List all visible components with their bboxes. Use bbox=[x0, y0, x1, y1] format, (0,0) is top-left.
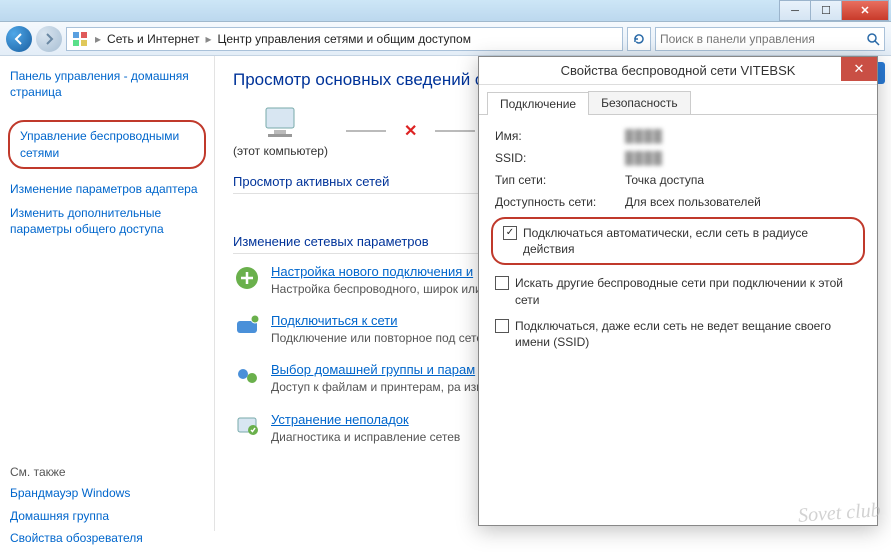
dialog-body: Имя: ████ SSID: ████ Тип сети: Точка дос… bbox=[479, 115, 877, 364]
maximize-button[interactable]: ☐ bbox=[810, 0, 842, 21]
troubleshoot-icon bbox=[233, 412, 261, 440]
prop-ssid-label: SSID: bbox=[495, 151, 625, 165]
sidebar-home-link[interactable]: Панель управления - домашняя страница bbox=[10, 68, 204, 100]
breadcrumb-segment[interactable]: Сеть и Интернет bbox=[107, 32, 199, 46]
search-input[interactable]: Поиск в панели управления bbox=[655, 27, 885, 51]
disconnect-icon: ✕ bbox=[404, 121, 417, 141]
wireless-properties-dialog: Свойства беспроводной сети VITEBSK ✕ Под… bbox=[478, 56, 878, 526]
connect-icon bbox=[233, 313, 261, 341]
see-also-firewall[interactable]: Брандмауэр Windows bbox=[10, 485, 204, 501]
sidebar: Панель управления - домашняя страница Уп… bbox=[0, 56, 215, 531]
task-desc: Диагностика и исправление сетев bbox=[271, 429, 460, 445]
address-bar: ▸ Сеть и Интернет ▸ Центр управления сет… bbox=[0, 22, 891, 56]
sidebar-item-wireless[interactable]: Управление беспроводными сетями bbox=[8, 120, 206, 168]
prop-name-value: ████ bbox=[625, 129, 663, 143]
checkbox-auto-connect[interactable] bbox=[503, 226, 517, 240]
dialog-tabs: Подключение Безопасность bbox=[479, 85, 877, 115]
checkbox-connect-hidden[interactable] bbox=[495, 319, 509, 333]
prop-type-label: Тип сети: bbox=[495, 173, 625, 187]
sidebar-item-adapter[interactable]: Изменение параметров адаптера bbox=[10, 181, 204, 197]
dialog-title: Свойства беспроводной сети VITEBSK bbox=[561, 63, 796, 78]
tab-connection[interactable]: Подключение bbox=[487, 92, 589, 115]
chevron-right-icon: ▸ bbox=[93, 32, 103, 46]
auto-connect-highlight: Подключаться автоматически, если сеть в … bbox=[491, 217, 865, 265]
prop-avail-label: Доступность сети: bbox=[495, 195, 625, 209]
prop-ssid-value: ████ bbox=[625, 151, 663, 165]
chevron-right-icon: ▸ bbox=[203, 32, 213, 46]
close-button[interactable]: ✕ bbox=[841, 0, 889, 21]
see-also-homegroup[interactable]: Домашняя группа bbox=[10, 508, 204, 524]
back-button[interactable] bbox=[6, 26, 32, 52]
search-icon bbox=[866, 32, 880, 46]
dialog-close-button[interactable]: ✕ bbox=[841, 57, 877, 81]
dialog-titlebar[interactable]: Свойства беспроводной сети VITEBSK ✕ bbox=[479, 57, 877, 85]
breadcrumb[interactable]: ▸ Сеть и Интернет ▸ Центр управления сет… bbox=[66, 27, 623, 51]
forward-button[interactable] bbox=[36, 26, 62, 52]
minimize-button[interactable]: ─ bbox=[779, 0, 811, 21]
prop-type-value: Точка доступа bbox=[625, 173, 704, 187]
see-also-section: См. также Брандмауэр Windows Домашняя гр… bbox=[10, 245, 204, 552]
breadcrumb-segment[interactable]: Центр управления сетями и общим доступом bbox=[217, 32, 471, 46]
search-placeholder: Поиск в панели управления bbox=[660, 32, 815, 46]
network-center-icon bbox=[71, 30, 89, 48]
checkbox-label: Подключаться, даже если сеть не ведет ве… bbox=[515, 318, 861, 350]
see-also-title: См. также bbox=[10, 465, 204, 479]
prop-name-label: Имя: bbox=[495, 129, 625, 143]
new-connection-icon bbox=[233, 264, 261, 292]
this-computer-icon: (этот компьютер) bbox=[233, 104, 328, 158]
see-also-browser[interactable]: Свойства обозревателя bbox=[10, 530, 204, 546]
task-link[interactable]: Устранение неполадок bbox=[271, 412, 460, 427]
prop-avail-value: Для всех пользователей bbox=[625, 195, 761, 209]
refresh-button[interactable] bbox=[627, 27, 651, 51]
connection-line bbox=[346, 130, 386, 132]
homegroup-icon bbox=[233, 362, 261, 390]
sidebar-item-sharing[interactable]: Изменить дополнительные параметры общего… bbox=[10, 205, 204, 237]
tab-security[interactable]: Безопасность bbox=[588, 91, 691, 114]
checkbox-label: Подключаться автоматически, если сеть в … bbox=[523, 225, 853, 257]
window-titlebar: ─ ☐ ✕ bbox=[0, 0, 891, 22]
connection-line bbox=[435, 130, 475, 132]
checkbox-search-other[interactable] bbox=[495, 276, 509, 290]
checkbox-label: Искать другие беспроводные сети при подк… bbox=[515, 275, 861, 307]
